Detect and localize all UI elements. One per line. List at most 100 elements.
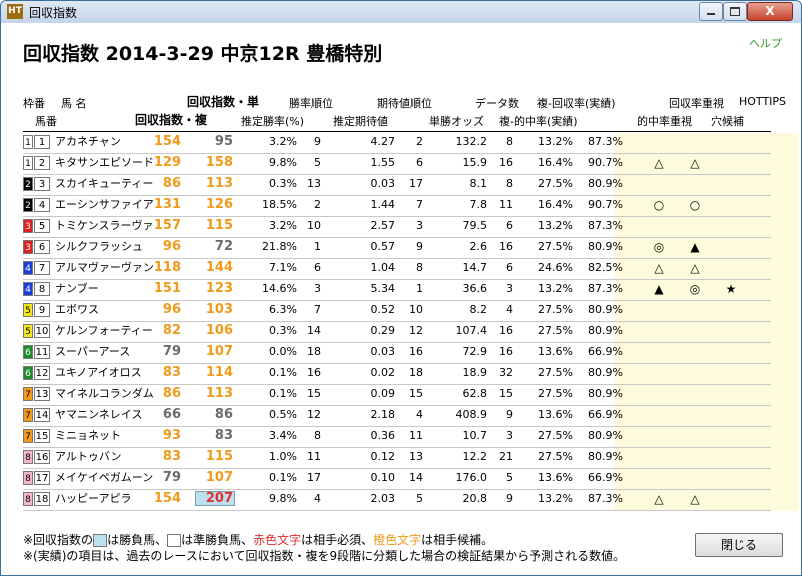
horse-number: 2 (34, 156, 50, 170)
place-hit-rate: 13.2% (538, 135, 573, 148)
waku-number: 5 (23, 324, 33, 338)
data-count: 9 (506, 492, 513, 505)
waku-number: 8 (23, 471, 33, 485)
legend-white-box (167, 534, 182, 547)
waku-number: 1 (23, 156, 33, 170)
data-count: 8 (506, 177, 513, 190)
header-win-odds: 単勝オッズ (429, 115, 484, 128)
tan-index: 82 (162, 323, 181, 338)
place-hit-rate: 27.5% (538, 240, 573, 253)
place-return-rate: 80.9% (588, 177, 623, 190)
minimize-button[interactable] (699, 2, 723, 21)
data-count: 3 (506, 429, 513, 442)
place-return-rate: 82.5% (588, 261, 623, 274)
maximize-button[interactable] (723, 2, 747, 21)
place-hit-rate: 13.2% (538, 219, 573, 232)
table-row: 5 10 ケルンフォーティー 82 106 0.3% 14 0.29 12 107.4 16 27.5… (23, 322, 771, 340)
row-separator (23, 510, 771, 511)
fuku-index: 103 (205, 302, 233, 317)
header-uma: 馬番 (35, 115, 57, 128)
data-count: 16 (499, 324, 513, 337)
fuku-index: 113 (205, 386, 233, 401)
est-win-rate: 0.1% (269, 366, 297, 379)
header-dark-horse: 穴候補 (711, 115, 744, 128)
win-odds: 7.8 (469, 198, 488, 211)
waku-number: 1 (23, 135, 33, 149)
help-link[interactable]: ヘルプ (749, 35, 782, 51)
data-count: 15 (499, 387, 513, 400)
waku-number: 7 (23, 429, 33, 443)
place-return-rate: 80.9% (588, 324, 623, 337)
data-count: 6 (506, 219, 513, 232)
table-row: 2 4 エーシンサファイア 131 126 18.5% 2 1.44 7 7.8 11 16.4% 90… (23, 196, 771, 214)
tan-index: 151 (153, 281, 181, 296)
waku-number: 3 (23, 219, 33, 233)
data-count: 8 (506, 135, 513, 148)
table-row: 6 12 ユキノアイオロス 83 114 0.1% 16 0.02 18 18.9 32 27.5% 8… (23, 364, 771, 382)
horse-number: 7 (34, 261, 50, 275)
table-row: 5 9 エボワス 96 103 6.3% 7 0.52 10 8.2 4 27.5% 80.9% (23, 301, 771, 319)
exp-rank: 14 (409, 471, 423, 484)
place-return-rate: 87.3% (588, 135, 623, 148)
est-exp: 0.03 (370, 177, 396, 190)
fuku-index: 106 (205, 323, 233, 338)
waku-number: 7 (23, 387, 33, 401)
place-return-rate: 87.3% (588, 282, 623, 295)
horse-number: 15 (34, 429, 50, 443)
horse-number: 17 (34, 471, 50, 485)
prob-rank: 8 (314, 429, 321, 442)
est-exp: 0.36 (370, 429, 396, 442)
horse-name: ヤマニンネレイス (55, 408, 143, 421)
est-exp: 0.09 (370, 387, 396, 400)
horse-name: メイケイペガムーン (55, 471, 154, 484)
horse-number: 5 (34, 219, 50, 233)
horse-name: ケルンフォーティー (55, 324, 153, 337)
mark-hit-focus: △ (654, 156, 664, 170)
window-close-button[interactable]: X (747, 2, 793, 21)
horse-name: エボワス (55, 303, 99, 316)
prob-rank: 7 (314, 303, 321, 316)
tan-index: 157 (153, 218, 181, 233)
mark-return-focus: ◎ (689, 282, 701, 296)
data-count: 21 (499, 450, 513, 463)
win-odds: 176.0 (455, 471, 488, 484)
mark-return-focus: △ (690, 156, 700, 170)
est-exp: 0.29 (370, 324, 396, 337)
waku-number: 4 (23, 261, 33, 275)
waku-number: 6 (23, 366, 33, 380)
mark-return-focus: ○ (689, 198, 701, 212)
horse-number: 3 (34, 177, 50, 191)
fuku-index: 144 (205, 260, 233, 275)
est-exp: 1.04 (370, 261, 396, 274)
place-hit-rate: 13.6% (538, 471, 573, 484)
data-count: 3 (506, 282, 513, 295)
place-return-rate: 80.9% (588, 366, 623, 379)
place-hit-rate: 27.5% (538, 324, 573, 337)
horse-name: シルクフラッシュ (55, 240, 143, 253)
horse-name: アルトゥバン (55, 450, 122, 463)
close-icon: X (765, 4, 775, 18)
header-waku: 枠番 (23, 97, 45, 110)
place-return-rate: 80.9% (588, 303, 623, 316)
tan-index: 83 (162, 365, 181, 380)
win-odds: 8.2 (469, 303, 488, 316)
close-button[interactable]: 閉じる (695, 533, 783, 557)
app-window: HT 回収指数 X ヘルプ 回収指数 2014-3-29 中京12R 豊橋特別 … (0, 0, 802, 576)
win-odds: 408.9 (455, 408, 488, 421)
mark-hit-focus: △ (654, 492, 664, 506)
win-odds: 132.2 (455, 135, 488, 148)
title-bar[interactable]: HT 回収指数 X (1, 1, 801, 24)
exp-rank: 8 (416, 261, 423, 274)
header-est-exp: 推定期待値 (333, 115, 388, 128)
data-count: 5 (506, 471, 513, 484)
fuku-index: 83 (214, 428, 233, 443)
data-count: 6 (506, 261, 513, 274)
horse-number: 14 (34, 408, 50, 422)
place-hit-rate: 27.5% (538, 366, 573, 379)
est-win-rate: 0.5% (269, 408, 297, 421)
header-exp-rank: 期待値順位 (377, 97, 432, 110)
win-odds: 72.9 (462, 345, 488, 358)
horse-number: 4 (34, 198, 50, 212)
header-place-hit: 複-的中率(実績) (499, 115, 578, 128)
prob-rank: 4 (314, 492, 321, 505)
